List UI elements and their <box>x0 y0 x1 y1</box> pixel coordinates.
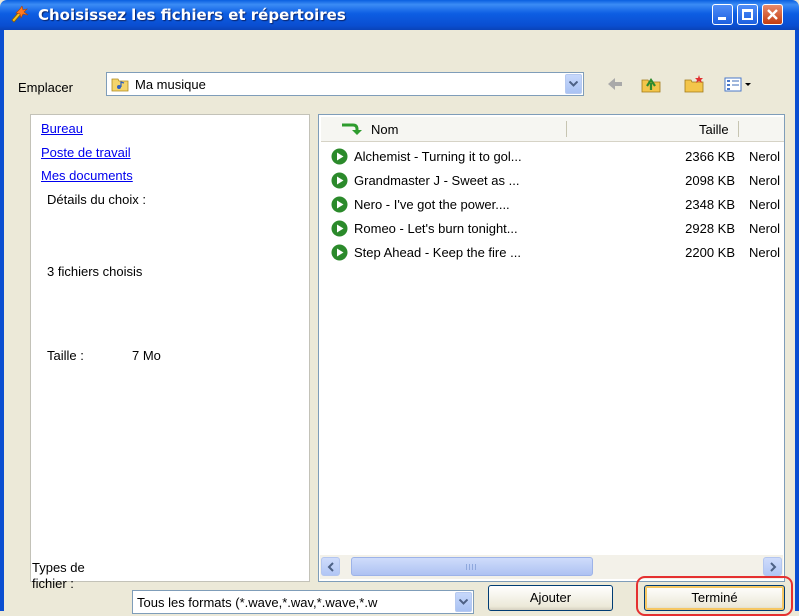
chevron-down-icon <box>569 81 578 87</box>
column-header-name[interactable]: Nom <box>371 122 398 137</box>
column-separator <box>566 121 567 137</box>
file-type: Nerol <box>749 245 781 260</box>
maximize-button[interactable] <box>737 4 758 25</box>
selected-count: 3 fichiers choisis <box>47 264 143 279</box>
selection-details-panel: Bureau Poste de travail Mes documents Dé… <box>30 114 310 582</box>
location-value: Ma musique <box>135 77 206 92</box>
column-separator <box>738 121 739 137</box>
thumb-grip <box>466 564 467 570</box>
link-bureau[interactable]: Bureau <box>41 121 83 136</box>
file-type: Nerol <box>749 197 781 212</box>
scroll-right-button[interactable] <box>763 557 782 576</box>
close-button[interactable] <box>762 4 783 25</box>
file-row[interactable]: Romeo - Let's burn tonight... 2928 KB Ne… <box>331 219 784 239</box>
window-frame-right <box>795 30 799 611</box>
sort-arrow-icon <box>342 123 362 135</box>
file-name: Romeo - Let's burn tonight... <box>354 221 518 236</box>
new-folder-icon[interactable] <box>683 74 705 94</box>
close-icon <box>767 9 778 20</box>
link-poste-de-travail[interactable]: Poste de travail <box>41 145 131 160</box>
file-types-label-line1: Types de <box>32 560 85 575</box>
file-type-select[interactable]: Tous les formats (*.wave,*.wav,*.wave,*.… <box>132 590 474 614</box>
file-row[interactable]: Grandmaster J - Sweet as ... 2098 KB Ner… <box>331 171 784 191</box>
file-size: 2928 KB <box>685 221 735 236</box>
view-menu-icon <box>724 77 751 92</box>
audio-file-icon <box>331 196 348 213</box>
file-name: Step Ahead - Keep the fire ... <box>354 245 521 260</box>
location-dropdown-button[interactable] <box>565 74 582 94</box>
thumb-grip <box>472 564 473 570</box>
window-frame-left <box>0 30 4 611</box>
done-button[interactable]: Terminé <box>644 585 785 611</box>
file-name: Alchemist - Turning it to gol... <box>354 149 522 164</box>
file-types-label: Types de fichier : <box>32 560 85 592</box>
file-types-label-line2: fichier : <box>32 576 74 591</box>
thumb-grip <box>469 564 470 570</box>
maximize-icon <box>742 9 753 20</box>
file-size: 2098 KB <box>685 173 735 188</box>
thumb-grip <box>475 564 476 570</box>
window-title: Choisissez les fichiers et répertoires <box>38 6 346 24</box>
up-folder-icon[interactable] <box>640 74 662 94</box>
link-mes-documents[interactable]: Mes documents <box>41 168 133 183</box>
file-type-dropdown-button[interactable] <box>455 592 472 612</box>
file-row[interactable]: Nero - I've got the power.... 2348 KB Ne… <box>331 195 784 215</box>
music-folder-icon <box>111 78 129 92</box>
title-bar: Choisissez les fichiers et répertoires <box>0 0 799 30</box>
column-header-size[interactable]: Taille <box>699 122 729 137</box>
scrollbar-thumb[interactable] <box>351 557 593 576</box>
size-label: Taille : <box>47 348 84 363</box>
file-row[interactable]: Alchemist - Turning it to gol... 2366 KB… <box>331 147 784 167</box>
chevron-left-icon <box>327 562 334 572</box>
audio-file-icon <box>331 220 348 237</box>
app-icon <box>11 6 29 23</box>
file-size: 2366 KB <box>685 149 735 164</box>
back-icon[interactable] <box>604 74 626 94</box>
file-row[interactable]: Step Ahead - Keep the fire ... 2200 KB N… <box>331 243 784 263</box>
audio-file-icon <box>331 172 348 189</box>
chevron-down-icon <box>459 599 468 605</box>
file-list[interactable]: Nom Taille Alchemist - Turning it to gol… <box>318 114 785 582</box>
size-value: 7 Mo <box>132 348 161 363</box>
audio-file-icon <box>331 244 348 261</box>
details-title: Détails du choix : <box>47 192 146 207</box>
file-type-value: Tous les formats (*.wave,*.wav,*.wave,*.… <box>137 595 378 610</box>
file-size: 2200 KB <box>685 245 735 260</box>
minimize-icon <box>718 17 726 20</box>
file-name: Nero - I've got the power.... <box>354 197 510 212</box>
file-type: Nerol <box>749 221 781 236</box>
scroll-left-button[interactable] <box>321 557 340 576</box>
chevron-right-icon <box>770 562 777 572</box>
audio-file-icon <box>331 148 348 165</box>
minimize-button[interactable] <box>712 4 733 25</box>
location-select[interactable]: Ma musique <box>106 72 584 96</box>
view-menu-button[interactable] <box>723 74 763 94</box>
file-name: Grandmaster J - Sweet as ... <box>354 173 520 188</box>
location-label: Emplacer <box>18 80 73 95</box>
file-type: Nerol <box>749 173 781 188</box>
file-type: Nerol <box>749 149 781 164</box>
add-button[interactable]: Ajouter <box>488 585 613 611</box>
file-size: 2348 KB <box>685 197 735 212</box>
list-header: Nom Taille <box>321 117 784 142</box>
